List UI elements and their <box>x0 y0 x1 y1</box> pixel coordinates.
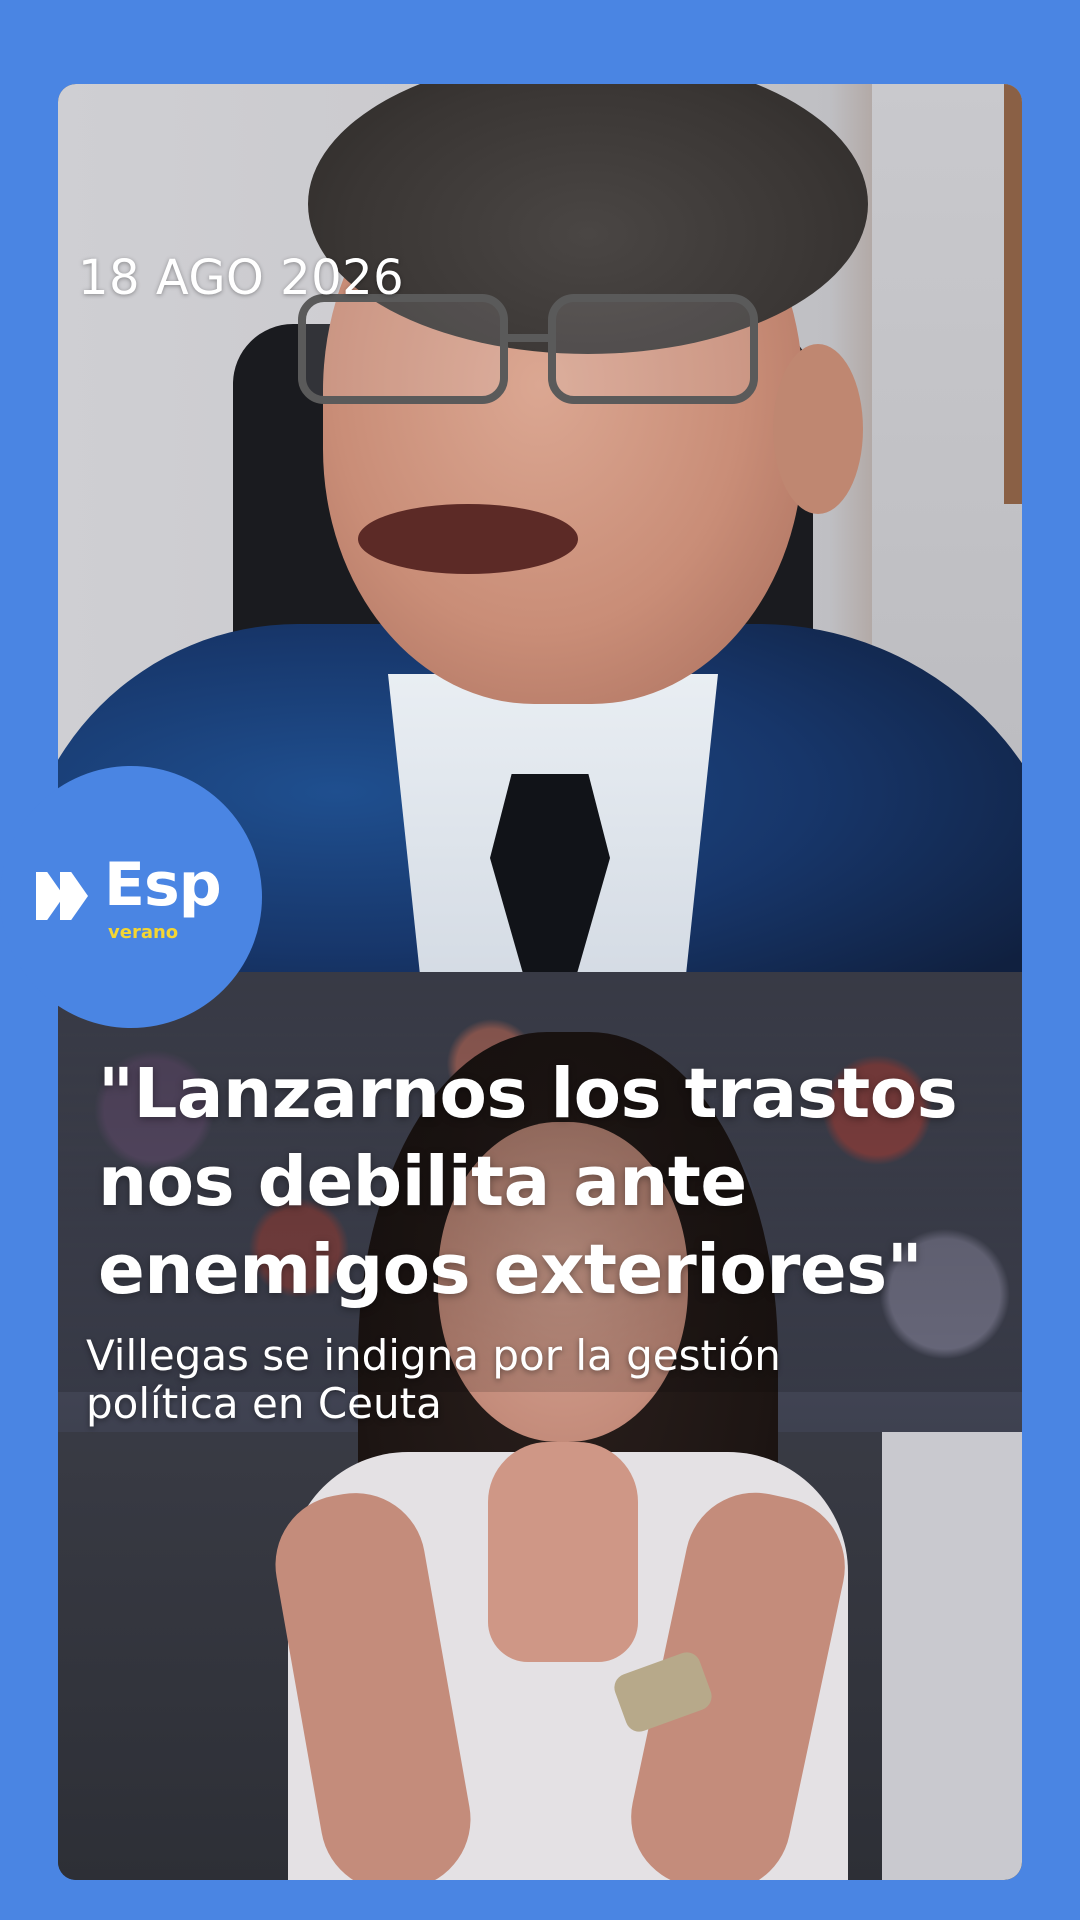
logo-brand: Esp <box>104 850 222 920</box>
story-headline[interactable]: "Lanzarnos los trastos nos debilita ante… <box>98 1050 978 1314</box>
story-subheadline: Villegas se indigna por la gestión polít… <box>86 1331 781 1428</box>
esp-verano-logo[interactable]: Esp verano <box>0 766 262 1028</box>
logo-edition: verano <box>108 922 179 943</box>
story-date: 18 AGO 2026 <box>78 250 405 306</box>
double-play-icon <box>36 872 96 920</box>
